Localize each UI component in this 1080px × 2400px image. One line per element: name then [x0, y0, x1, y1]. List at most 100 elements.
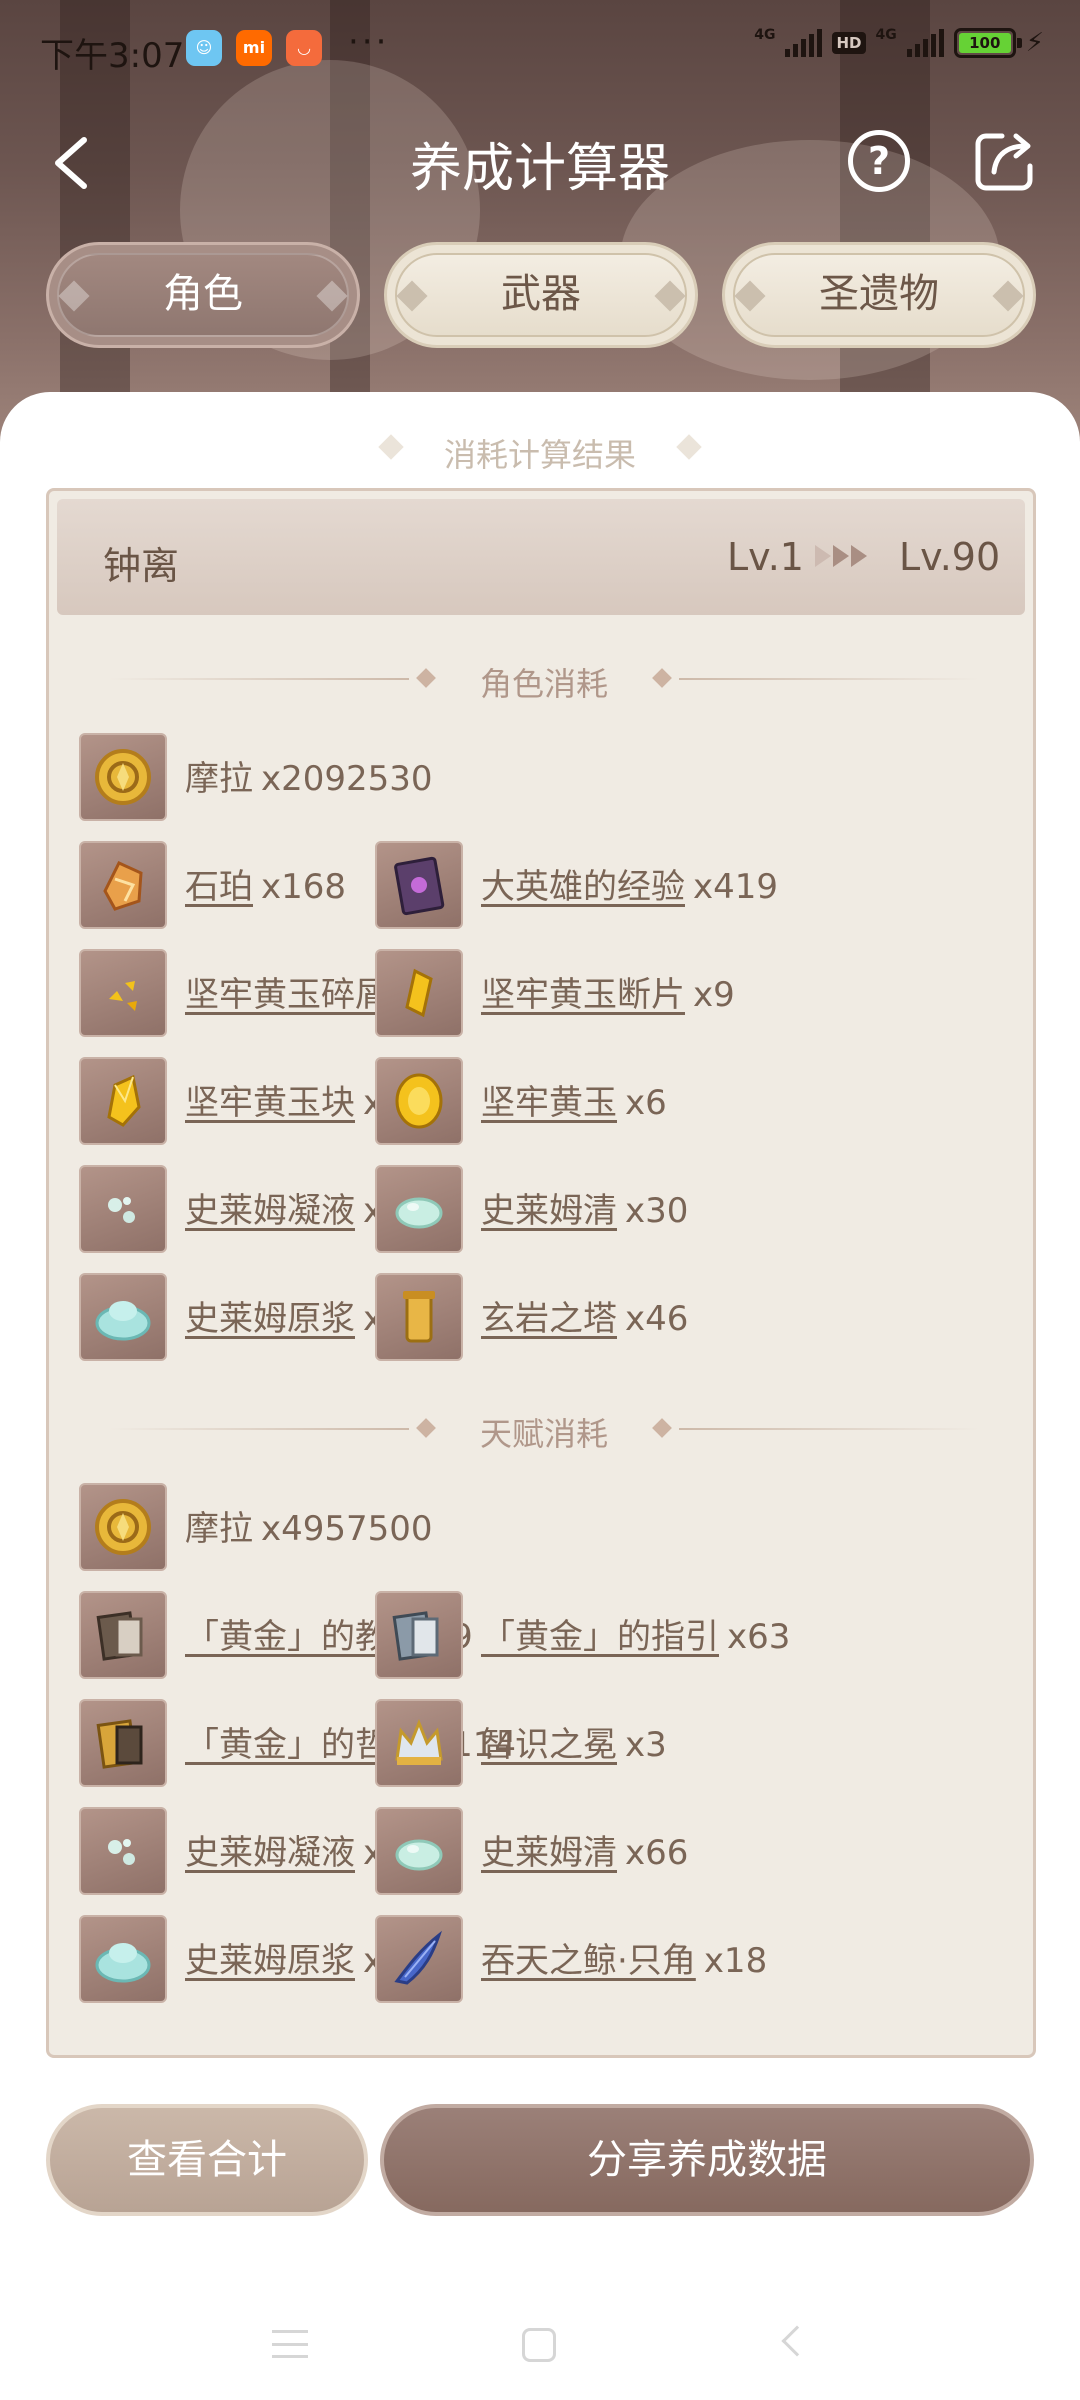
mi-app-icon: mi: [236, 30, 272, 66]
material-item[interactable]: 玄岩之塔 x46: [375, 1273, 815, 1361]
help-button[interactable]: ?: [848, 130, 910, 192]
material-name[interactable]: 史莱姆原浆: [185, 1941, 355, 1981]
material-item: 摩拉 x2092530: [79, 733, 519, 821]
material-name[interactable]: 「黄金」的指引: [481, 1617, 719, 1657]
level-from: Lv.1: [727, 535, 804, 579]
material-name[interactable]: 史莱姆原浆: [185, 1299, 355, 1339]
material-item[interactable]: 坚牢黄玉 x6: [375, 1057, 815, 1145]
material-name[interactable]: 坚牢黄玉碎屑: [185, 975, 389, 1015]
material-text: 坚牢黄玉 x6: [481, 1075, 667, 1124]
share-icon: [975, 133, 1033, 191]
material-quantity: x9: [693, 975, 735, 1015]
material-text: 大英雄的经验 x419: [481, 859, 778, 908]
view-total-button[interactable]: 查看合计: [46, 2104, 368, 2216]
material-text: 智识之冕 x3: [481, 1717, 667, 1766]
material-item[interactable]: 史莱姆清 x30: [375, 1165, 815, 1253]
hd-badge: HD: [832, 32, 866, 54]
tab-artifact[interactable]: 圣遗物: [722, 242, 1036, 348]
share-button[interactable]: [972, 128, 1038, 194]
level-to: Lv.90: [899, 535, 1001, 579]
network-type-label-2: 4G: [875, 27, 897, 43]
material-quantity: x3: [625, 1725, 667, 1765]
status-indicators: 4G HD 4G 100 ⚡: [754, 27, 1044, 58]
material-name[interactable]: 大英雄的经验: [481, 867, 685, 907]
material-text: 玄岩之塔 x46: [481, 1291, 688, 1340]
slime-concentrate-icon: [79, 1273, 167, 1361]
basalt-pillar-icon: [375, 1273, 463, 1361]
slime-secretions-icon: [375, 1165, 463, 1253]
material-text: 坚牢黄玉断片 x9: [481, 967, 735, 1016]
tab-label: 角色: [163, 271, 243, 317]
material-item: 摩拉 x4957500: [79, 1483, 519, 1571]
cor-lapis-icon: [79, 841, 167, 929]
material-name[interactable]: 智识之冕: [481, 1725, 617, 1765]
system-nav-bar: [0, 2300, 1080, 2400]
material-item[interactable]: 吞天之鲸·只角 x18: [375, 1915, 815, 2003]
material-name[interactable]: 吞天之鲸·只角: [481, 1941, 696, 1981]
section-divider: 天赋消耗: [109, 1409, 979, 1453]
material-item[interactable]: 「黄金」的指引 x63: [375, 1591, 815, 1679]
material-name[interactable]: 史莱姆清: [481, 1833, 617, 1873]
material-name[interactable]: 坚牢黄玉断片: [481, 975, 685, 1015]
material-quantity: x63: [727, 1617, 791, 1657]
slime-secretions-icon: [375, 1807, 463, 1895]
category-tabs: 角色 武器 圣遗物: [0, 242, 1080, 348]
material-name[interactable]: 坚牢黄玉块: [185, 1083, 355, 1123]
mora-coin-icon: [79, 733, 167, 821]
mora-coin-icon: [79, 1483, 167, 1571]
material-quantity: x66: [625, 1833, 689, 1873]
status-time: 下午3:07: [40, 36, 185, 76]
more-notifications-icon: ···: [348, 22, 390, 62]
result-card: 钟离 Lv.1 Lv.90 角色消耗 摩拉 x2092530 石珀 x168 大英雄的经…: [46, 488, 1036, 2058]
menu-icon[interactable]: [272, 2330, 308, 2358]
status-bar: 下午3:07 ☺ mi ◡ ··· 4G HD 4G 100 ⚡: [0, 0, 1080, 96]
topaz-chunk-icon: [79, 1057, 167, 1145]
tab-character[interactable]: 角色: [46, 242, 360, 348]
home-icon[interactable]: [522, 2328, 556, 2362]
share-data-button[interactable]: 分享养成数据: [380, 2104, 1034, 2216]
material-quantity: x6: [625, 1083, 667, 1123]
character-row: 钟离 Lv.1 Lv.90: [57, 499, 1025, 615]
nav-back-icon[interactable]: [781, 2325, 813, 2357]
character-name: 钟离: [103, 544, 180, 588]
result-title: 消耗计算结果: [443, 436, 636, 474]
signal-icon-2: [906, 29, 944, 57]
material-item[interactable]: 史莱姆清 x66: [375, 1807, 815, 1895]
material-name[interactable]: 史莱姆凝液: [185, 1833, 355, 1873]
whale-horn-icon: [375, 1915, 463, 2003]
material-name[interactable]: 史莱姆清: [481, 1191, 617, 1231]
section-title: 天赋消耗: [479, 1415, 608, 1453]
material-name[interactable]: 史莱姆凝液: [185, 1191, 355, 1231]
material-text: 「黄金」的指引 x63: [481, 1609, 790, 1658]
topaz-fragment-icon: [375, 949, 463, 1037]
teachings-of-gold-icon: [79, 1591, 167, 1679]
charging-icon: ⚡: [1025, 28, 1044, 58]
material-quantity: x30: [625, 1191, 689, 1231]
material-quantity: x4957500: [261, 1509, 433, 1549]
material-item[interactable]: 大英雄的经验 x419: [375, 841, 815, 929]
topaz-gemstone-icon: [375, 1057, 463, 1145]
material-text: 石珀 x168: [185, 859, 346, 908]
material-name[interactable]: 坚牢黄玉: [481, 1083, 617, 1123]
material-text: 坚牢黄玉块x9: [185, 1075, 405, 1124]
signal-icon: [785, 29, 823, 57]
material-item[interactable]: 智识之冕 x3: [375, 1699, 815, 1787]
material-name[interactable]: 玄岩之塔: [481, 1299, 617, 1339]
material-text: 吞天之鲸·只角 x18: [481, 1933, 767, 1982]
slime-condensate-icon: [79, 1807, 167, 1895]
tab-label: 圣遗物: [819, 271, 939, 317]
battery-icon: 100: [953, 28, 1022, 58]
material-quantity: x419: [693, 867, 779, 907]
philosophies-of-gold-icon: [79, 1699, 167, 1787]
page-title: 养成计算器: [409, 139, 670, 199]
material-text: 史莱姆清 x66: [481, 1825, 688, 1874]
material-name[interactable]: 石珀: [185, 867, 253, 907]
tab-weapon[interactable]: 武器: [384, 242, 698, 348]
battery-level: 100: [958, 33, 1011, 53]
material-quantity: x168: [261, 867, 347, 907]
material-text: 史莱姆清 x30: [481, 1183, 688, 1232]
tab-label: 武器: [501, 271, 581, 317]
level-arrow-icon: [815, 545, 867, 567]
heros-wit-book-icon: [375, 841, 463, 929]
material-item[interactable]: 坚牢黄玉断片 x9: [375, 949, 815, 1037]
